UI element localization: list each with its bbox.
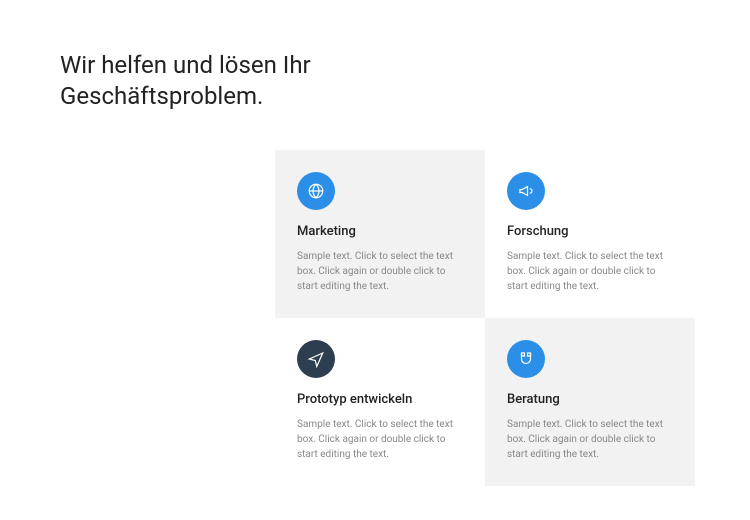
page-heading: Wir helfen und lösen Ihr Geschäftsproble… bbox=[60, 50, 380, 112]
card-title: Prototyp entwickeln bbox=[297, 392, 463, 407]
card-forschung: Forschung Sample text. Click to select t… bbox=[485, 150, 695, 318]
card-title: Forschung bbox=[507, 224, 673, 239]
card-beratung: Beratung Sample text. Click to select th… bbox=[485, 318, 695, 486]
card-title: Beratung bbox=[507, 392, 673, 407]
card-marketing: Marketing Sample text. Click to select t… bbox=[275, 150, 485, 318]
card-body: Sample text. Click to select the text bo… bbox=[297, 417, 463, 462]
card-prototyp: Prototyp entwickeln Sample text. Click t… bbox=[275, 318, 485, 486]
card-body: Sample text. Click to select the text bo… bbox=[507, 249, 673, 294]
paper-plane-icon bbox=[297, 340, 335, 378]
services-grid: Marketing Sample text. Click to select t… bbox=[275, 150, 695, 486]
megaphone-icon bbox=[507, 172, 545, 210]
globe-icon bbox=[297, 172, 335, 210]
card-body: Sample text. Click to select the text bo… bbox=[297, 249, 463, 294]
card-body: Sample text. Click to select the text bo… bbox=[507, 417, 673, 462]
card-title: Marketing bbox=[297, 224, 463, 239]
magnet-icon bbox=[507, 340, 545, 378]
